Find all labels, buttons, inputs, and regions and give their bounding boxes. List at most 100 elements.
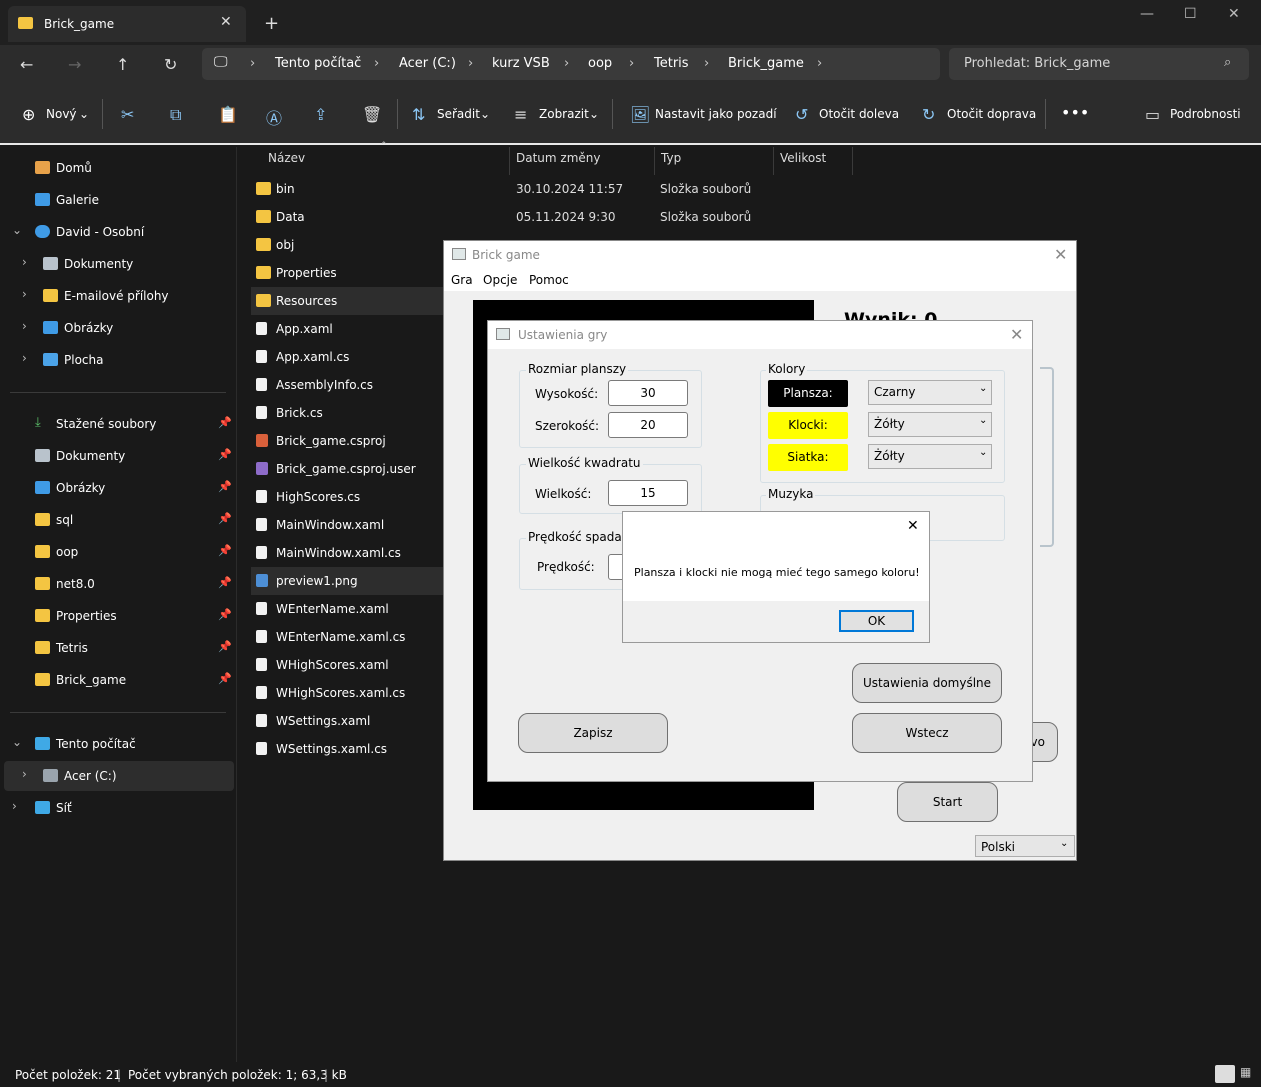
breadcrumb[interactable]: 🖵 › Tento počítač › Acer (C:) › kurz VSB… xyxy=(202,48,940,80)
height-input[interactable]: 30 xyxy=(608,380,688,406)
crumb[interactable]: Tento počítač xyxy=(275,56,361,71)
pin-icon[interactable]: 📌 xyxy=(218,480,232,493)
crumb[interactable]: Acer (C:) xyxy=(399,56,456,71)
chevron-right-icon[interactable]: › xyxy=(629,56,634,71)
chevron-right-icon[interactable]: › xyxy=(12,799,17,813)
pin-icon[interactable]: 📌 xyxy=(218,640,232,653)
file-row[interactable]: MainWindow.xaml xyxy=(251,511,443,539)
file-row[interactable]: WSettings.xaml.cs xyxy=(251,735,443,763)
sidebar-item-home[interactable]: Domů xyxy=(0,153,234,183)
chevron-right-icon[interactable]: › xyxy=(22,255,27,269)
quick-access-item[interactable]: Brick_game 📌 xyxy=(0,665,234,695)
forward-arrow-icon[interactable]: → xyxy=(68,55,81,74)
menu-item-game[interactable]: Gra xyxy=(451,273,473,287)
sidebar-item-email-attachments[interactable]: › E-mailové přílohy xyxy=(0,281,234,311)
ok-button[interactable]: OK xyxy=(839,610,914,632)
chevron-right-icon[interactable]: › xyxy=(22,351,27,365)
pin-icon[interactable]: 📌 xyxy=(218,576,232,589)
tiles-view-icon[interactable]: ▦ xyxy=(1240,1065,1251,1079)
start-button[interactable]: Start xyxy=(897,782,998,822)
file-row[interactable]: WSettings.xaml xyxy=(251,707,443,735)
chevron-right-icon[interactable]: › xyxy=(704,56,709,71)
quick-access-item[interactable]: ⤓ Stažené soubory 📌 xyxy=(0,409,234,439)
details-button[interactable]: Podrobnosti xyxy=(1170,107,1241,121)
file-row[interactable]: WEnterName.xaml xyxy=(251,595,443,623)
view-button[interactable]: Zobrazit xyxy=(539,107,589,121)
column-header-name[interactable]: Název xyxy=(268,151,305,165)
rotate-left-button[interactable]: Otočit doleva xyxy=(819,107,899,121)
chevron-down-icon[interactable]: ⌄ xyxy=(589,107,599,121)
refresh-icon[interactable]: ↻ xyxy=(164,55,177,74)
quick-access-item[interactable]: Dokumenty 📌 xyxy=(0,441,234,471)
quick-access-item[interactable]: oop 📌 xyxy=(0,537,234,567)
sidebar-item-gallery[interactable]: Galerie xyxy=(0,185,234,215)
copy-icon[interactable]: ⧉ xyxy=(170,105,181,125)
close-icon[interactable]: ✕ xyxy=(1054,245,1067,264)
chevron-right-icon[interactable]: › xyxy=(22,767,27,781)
file-row[interactable]: App.xaml.cs xyxy=(251,343,443,371)
sidebar-item-drive-c[interactable]: › Acer (C:) xyxy=(4,761,234,791)
sort-button[interactable]: Seřadit xyxy=(437,107,480,121)
menu-item-options[interactable]: Opcje xyxy=(483,273,517,287)
chevron-right-icon[interactable]: › xyxy=(468,56,473,71)
crumb[interactable]: Tetris xyxy=(654,56,689,71)
file-row[interactable]: Brick.cs xyxy=(251,399,443,427)
sidebar-item-pictures[interactable]: › Obrázky xyxy=(0,313,234,343)
up-arrow-icon[interactable]: ↑ xyxy=(116,55,129,74)
language-select[interactable]: Polski ⌄ xyxy=(975,835,1075,857)
width-input[interactable]: 20 xyxy=(608,412,688,438)
pin-icon[interactable]: 📌 xyxy=(218,416,232,429)
chevron-down-icon[interactable]: ⌄ xyxy=(12,735,22,749)
chevron-down-icon[interactable]: ⌄ xyxy=(480,107,490,121)
paste-icon[interactable]: 📋 xyxy=(218,105,238,124)
crumb[interactable]: Brick_game xyxy=(728,56,804,71)
folder-row[interactable]: Data xyxy=(251,203,443,231)
pin-icon[interactable]: 📌 xyxy=(218,512,232,525)
quick-access-item[interactable]: net8.0 📌 xyxy=(0,569,234,599)
chevron-down-icon[interactable]: ⌄ xyxy=(79,107,89,121)
new-button[interactable]: Nový xyxy=(46,107,77,121)
back-button[interactable]: Wstecz xyxy=(852,713,1002,753)
close-window-icon[interactable]: ✕ xyxy=(1228,6,1240,22)
cut-icon[interactable]: ✂ xyxy=(121,105,134,124)
color-select[interactable]: Żółty ⌄ xyxy=(868,444,992,469)
file-row[interactable]: App.xaml xyxy=(251,315,443,343)
file-row[interactable]: WHighScores.xaml xyxy=(251,651,443,679)
chevron-right-icon[interactable]: › xyxy=(22,287,27,301)
quick-access-item[interactable]: Tetris 📌 xyxy=(0,633,234,663)
crumb[interactable]: oop xyxy=(588,56,612,71)
close-tab-icon[interactable]: ✕ xyxy=(220,14,232,30)
file-row[interactable]: AssemblyInfo.cs xyxy=(251,371,443,399)
minimize-icon[interactable]: — xyxy=(1140,6,1154,22)
search-input[interactable]: Prohledat: Brick_game ⌕ xyxy=(949,48,1249,80)
file-row[interactable]: Brick_game.csproj xyxy=(251,427,443,455)
pin-icon[interactable]: 📌 xyxy=(218,544,232,557)
defaults-button[interactable]: Ustawienia domyślne xyxy=(852,663,1002,703)
more-icon[interactable]: ••• xyxy=(1061,103,1089,122)
sidebar-item-this-pc[interactable]: ⌄ Tento počítač xyxy=(0,729,234,759)
maximize-icon[interactable]: ☐ xyxy=(1184,6,1197,22)
pin-icon[interactable]: 📌 xyxy=(218,608,232,621)
tab-brick-game[interactable]: Brick_game ✕ xyxy=(8,6,246,42)
file-row[interactable]: Brick_game.csproj.user xyxy=(251,455,443,483)
quick-access-item[interactable]: sql 📌 xyxy=(0,505,234,535)
chevron-down-icon[interactable]: ⌄ xyxy=(12,223,22,237)
column-header-type[interactable]: Typ xyxy=(661,151,681,165)
close-icon[interactable]: ✕ xyxy=(907,518,919,534)
column-header-size[interactable]: Velikost xyxy=(780,151,826,165)
folder-row[interactable]: bin xyxy=(251,175,443,203)
file-row[interactable]: MainWindow.xaml.cs xyxy=(251,539,443,567)
file-row[interactable]: preview1.png xyxy=(251,567,443,595)
chevron-right-icon[interactable]: › xyxy=(374,56,379,71)
new-tab-icon[interactable]: + xyxy=(264,13,279,34)
quick-access-item[interactable]: Obrázky 📌 xyxy=(0,473,234,503)
details-view-icon[interactable] xyxy=(1215,1065,1235,1083)
sidebar-item-network[interactable]: › Síť xyxy=(0,793,234,823)
color-select[interactable]: Żółty ⌄ xyxy=(868,412,992,437)
set-background-button[interactable]: Nastavit jako pozadí xyxy=(655,107,777,121)
chevron-right-icon[interactable]: › xyxy=(22,319,27,333)
menu-item-help[interactable]: Pomoc xyxy=(529,273,569,287)
sidebar-item-onedrive[interactable]: ⌄ David - Osobní xyxy=(0,217,234,247)
close-icon[interactable]: ✕ xyxy=(1010,325,1023,344)
folder-row[interactable]: obj xyxy=(251,231,443,259)
